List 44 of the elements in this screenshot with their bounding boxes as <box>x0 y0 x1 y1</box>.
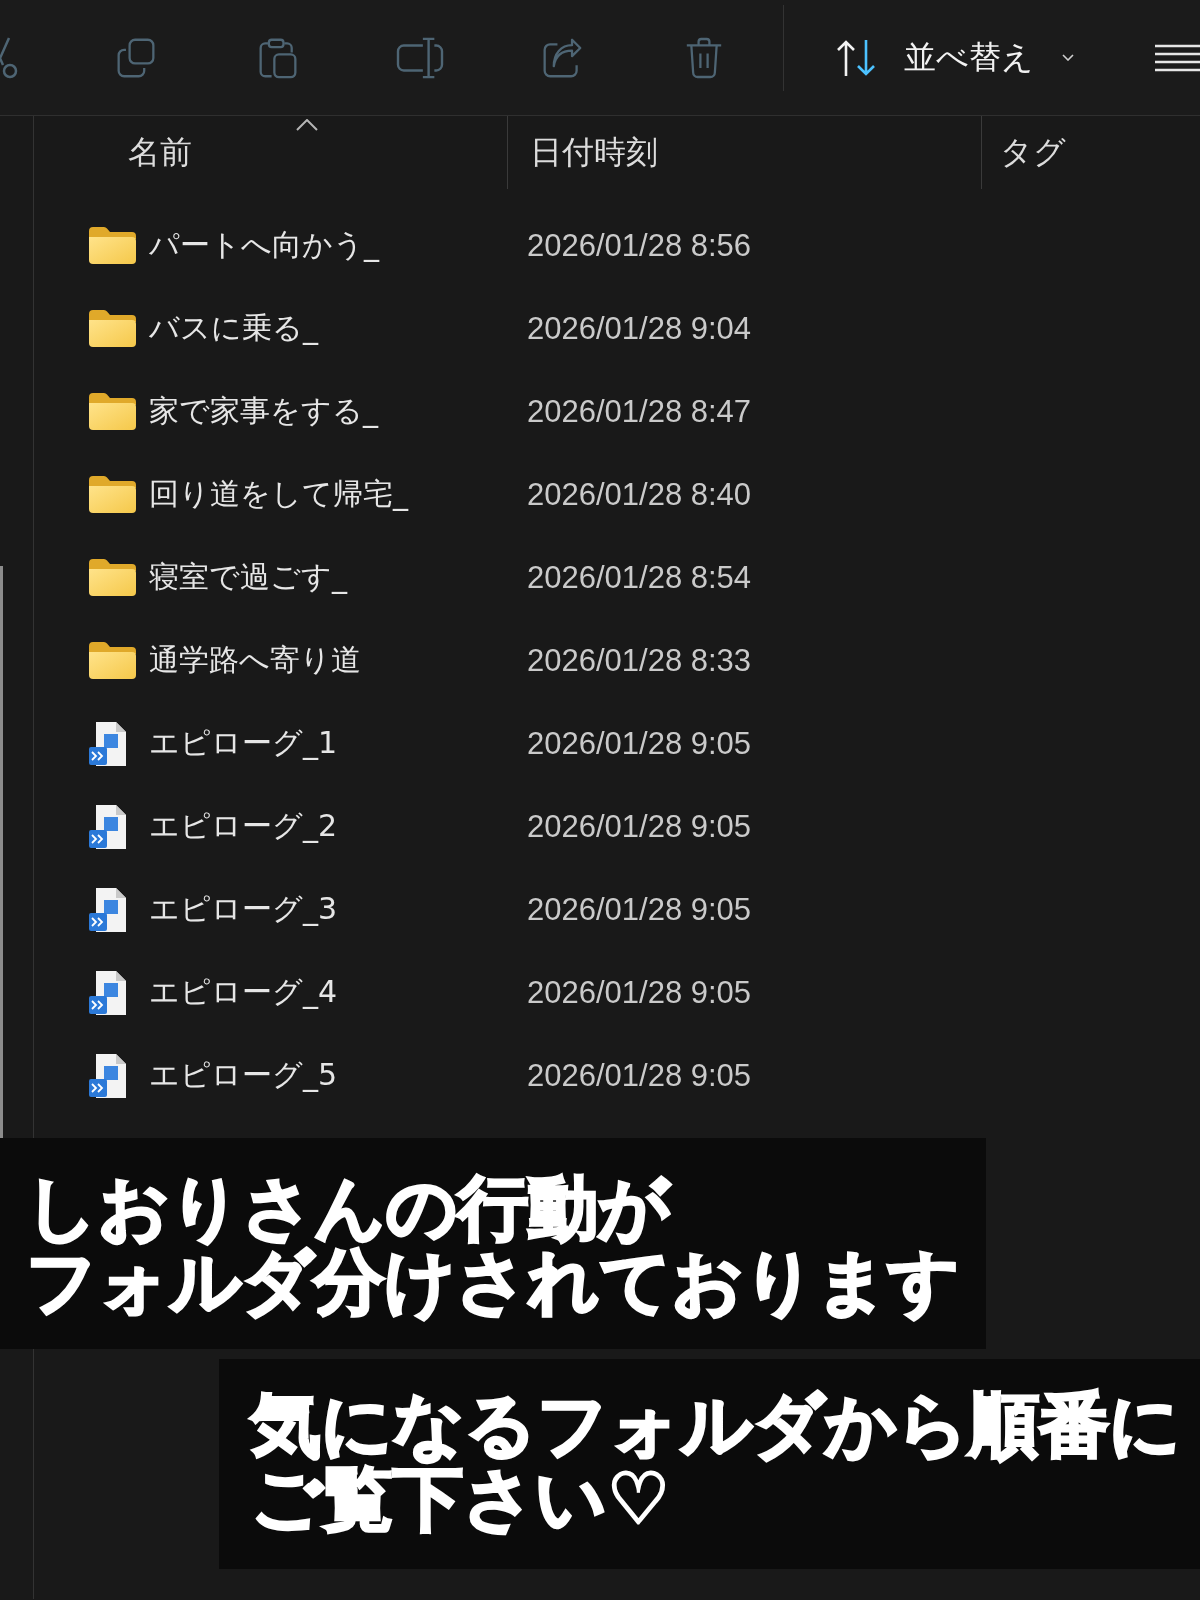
file-name[interactable]: エピローグ_1 <box>149 725 338 760</box>
folder-icon <box>89 476 136 513</box>
date-modified: 2026/01/28 9:05 <box>527 808 752 845</box>
file-icon <box>89 720 127 767</box>
sort-button[interactable]: 並べ替え <box>828 31 1082 84</box>
file-icon <box>89 969 127 1016</box>
date-modified: 2026/01/28 8:56 <box>527 227 752 264</box>
folder-icon <box>89 642 136 679</box>
date-modified: 2026/01/28 9:04 <box>527 310 752 347</box>
date-modified: 2026/01/28 8:33 <box>527 642 752 679</box>
date-modified: 2026/01/28 9:05 <box>527 974 752 1011</box>
file-name[interactable]: バスに乗る_ <box>149 310 318 345</box>
file-icon <box>89 886 127 933</box>
menu-icon[interactable] <box>1153 43 1200 72</box>
chevron-down-icon <box>1062 54 1074 61</box>
file-name[interactable]: 回り道をして帰宅_ <box>149 476 408 511</box>
file-name[interactable]: パートへ向かう_ <box>149 227 379 262</box>
column-header[interactable]: タグ <box>981 116 1200 189</box>
date-modified: 2026/01/28 8:47 <box>527 393 752 430</box>
column-header[interactable]: 名前 <box>34 116 507 189</box>
date-modified: 2026/01/28 8:54 <box>527 559 752 596</box>
date-modified: 2026/01/28 9:05 <box>527 1057 752 1094</box>
file-name[interactable]: 家で家事をする_ <box>149 393 378 428</box>
sort-caret-icon <box>295 119 318 131</box>
file-icon <box>89 803 127 850</box>
caption-text: 気になるフォルダから順番に ご覧下さい♡ <box>251 1388 1181 1536</box>
file-name[interactable]: エピローグ_4 <box>149 974 338 1009</box>
date-modified: 2026/01/28 8:40 <box>527 476 752 513</box>
folder-icon <box>89 310 136 347</box>
folder-icon <box>89 227 136 264</box>
sort-arrows-icon <box>836 38 876 77</box>
file-name[interactable]: エピローグ_3 <box>149 891 338 926</box>
folder-icon <box>89 393 136 430</box>
scrollbar-thumb[interactable] <box>0 566 3 1138</box>
file-name[interactable]: 通学路へ寄り道 <box>149 642 361 677</box>
file-icon <box>89 1052 127 1099</box>
date-modified: 2026/01/28 9:05 <box>527 725 752 762</box>
caption-text: しおりさんの行動が フォルダ分けされております <box>26 1171 960 1319</box>
column-header[interactable]: 日付時刻 <box>507 116 981 189</box>
file-name[interactable]: 寝室で過ごす_ <box>149 559 347 594</box>
file-name[interactable]: エピローグ_2 <box>149 808 338 843</box>
date-modified: 2026/01/28 9:05 <box>527 891 752 928</box>
folder-icon <box>89 559 136 596</box>
file-name[interactable]: エピローグ_5 <box>149 1057 338 1092</box>
